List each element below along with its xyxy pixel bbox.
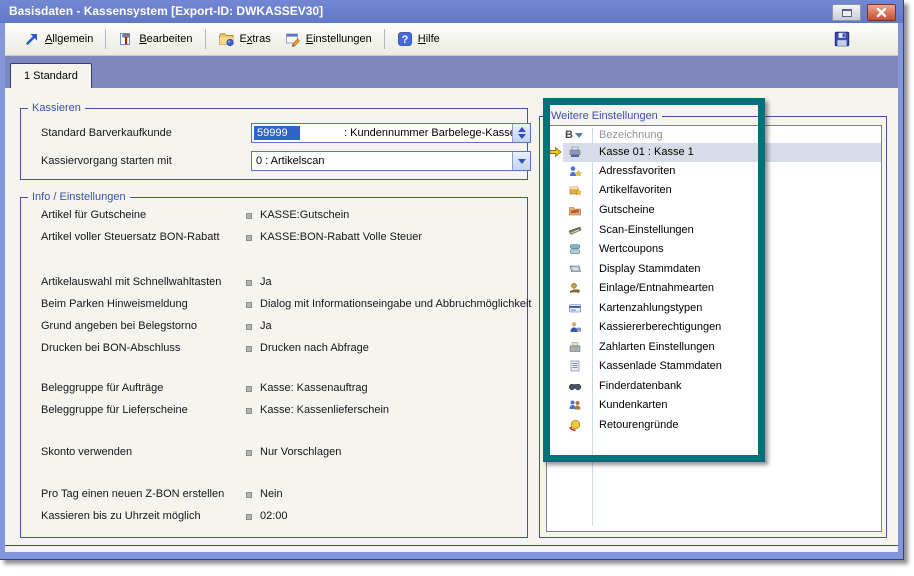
close-icon — [876, 7, 887, 18]
menu-item-extras[interactable]: Extras — [211, 28, 278, 50]
menu-item-einstellungen[interactable]: Einstellungen — [278, 28, 379, 50]
spinner-buttons[interactable] — [512, 124, 530, 142]
highlight-annotation-box — [543, 98, 765, 462]
bullet-icon — [246, 492, 252, 498]
bullet-icon — [246, 408, 252, 414]
menu-item-bearbeiten[interactable]: Bearbeiten — [111, 28, 199, 50]
app-window: Basisdaten - Kassensystem [Export-ID: DW… — [0, 0, 904, 560]
info-row: Beleggruppe für LieferscheineKasse: Kass… — [41, 404, 519, 419]
folder-icon — [218, 31, 235, 47]
group-kassieren: Kassieren Standard Barverkaufkunde 59999… — [20, 108, 528, 180]
settings-window-icon — [285, 31, 301, 47]
content-panel: Kassieren Standard Barverkaufkunde 59999… — [5, 88, 898, 546]
spin-up-icon — [518, 127, 526, 132]
kassiervorgang-dropdown[interactable]: 0 : Artikelscan — [251, 151, 531, 171]
info-row: Skonto verwendenNur Vorschlagen — [41, 446, 519, 461]
info-row: Beleggruppe für AufträgeKasse: Kassenauf… — [41, 382, 519, 397]
svg-text:?: ? — [401, 34, 408, 46]
bullet-icon — [246, 514, 252, 520]
arrow-up-right-icon — [24, 31, 40, 47]
spin-down-icon — [518, 134, 526, 139]
hammer-icon — [118, 31, 134, 47]
bullet-icon — [246, 386, 252, 392]
menu-separator — [105, 29, 106, 49]
maximize-icon — [842, 9, 852, 17]
selected-value: 59999 — [254, 126, 300, 140]
group-label: Kassieren — [28, 101, 85, 115]
info-row: Artikelauswahl mit SchnellwahltastenJa — [41, 276, 519, 291]
group-label: Info / Einstellungen — [28, 190, 130, 204]
menu-separator — [205, 29, 206, 49]
info-row: Artikel voller Steuersatz BON-RabattKASS… — [41, 231, 519, 246]
info-row: Drucken bei BON-AbschlussDrucken nach Ab… — [41, 342, 519, 357]
bullet-icon — [246, 302, 252, 308]
menu-item-hilfe[interactable]: ? Hilfe — [390, 28, 447, 50]
field-label: Kassiervorgang starten mit — [41, 155, 172, 167]
help-icon: ? — [397, 31, 413, 47]
bullet-icon — [246, 235, 252, 241]
titlebar: Basisdaten - Kassensystem [Export-ID: DW… — [0, 0, 903, 23]
client-area: Allgemein Bearbeiten Extras — [5, 23, 898, 552]
menubar: Allgemein Bearbeiten Extras — [5, 23, 898, 56]
tab-strip: 1 Standard — [5, 56, 898, 88]
barverkaufkunde-spinner[interactable]: 59999 : Kundennummer Barbelege-Kasse A — [251, 123, 531, 143]
bullet-icon — [246, 213, 252, 219]
group-info-einstellungen: Info / Einstellungen Artikel für Gutsche… — [20, 197, 528, 538]
bullet-icon — [246, 450, 252, 456]
info-row: Artikel für GutscheineKASSE:Gutschein — [41, 209, 519, 224]
info-row: Kassieren bis zu Uhrzeit möglich02:00 — [41, 510, 519, 525]
dropdown-value: 0 : Artikelscan — [252, 155, 324, 167]
field-label: Standard Barverkaufkunde — [41, 127, 172, 139]
maximize-button[interactable] — [832, 4, 861, 21]
menu-item-allgemein[interactable]: Allgemein — [17, 28, 100, 50]
dropdown-button[interactable] — [512, 152, 530, 170]
close-button[interactable] — [867, 4, 896, 21]
bullet-icon — [246, 346, 252, 352]
bullet-icon — [246, 280, 252, 286]
info-row: Grund angeben bei BelegstornoJa — [41, 320, 519, 335]
window-title: Basisdaten - Kassensystem [Export-ID: DW… — [9, 4, 323, 18]
save-button[interactable] — [833, 30, 851, 48]
chevron-down-icon — [518, 159, 526, 164]
tab-standard[interactable]: 1 Standard — [10, 63, 92, 88]
info-row: Pro Tag einen neuen Z-BON erstellenNein — [41, 488, 519, 503]
info-row: Beim Parken HinweismeldungDialog mit Inf… — [41, 298, 519, 313]
save-floppy-icon — [833, 30, 851, 48]
value-description: : Kundennummer Barbelege-Kasse A — [344, 124, 526, 142]
bullet-icon — [246, 324, 252, 330]
menu-separator — [384, 29, 385, 49]
